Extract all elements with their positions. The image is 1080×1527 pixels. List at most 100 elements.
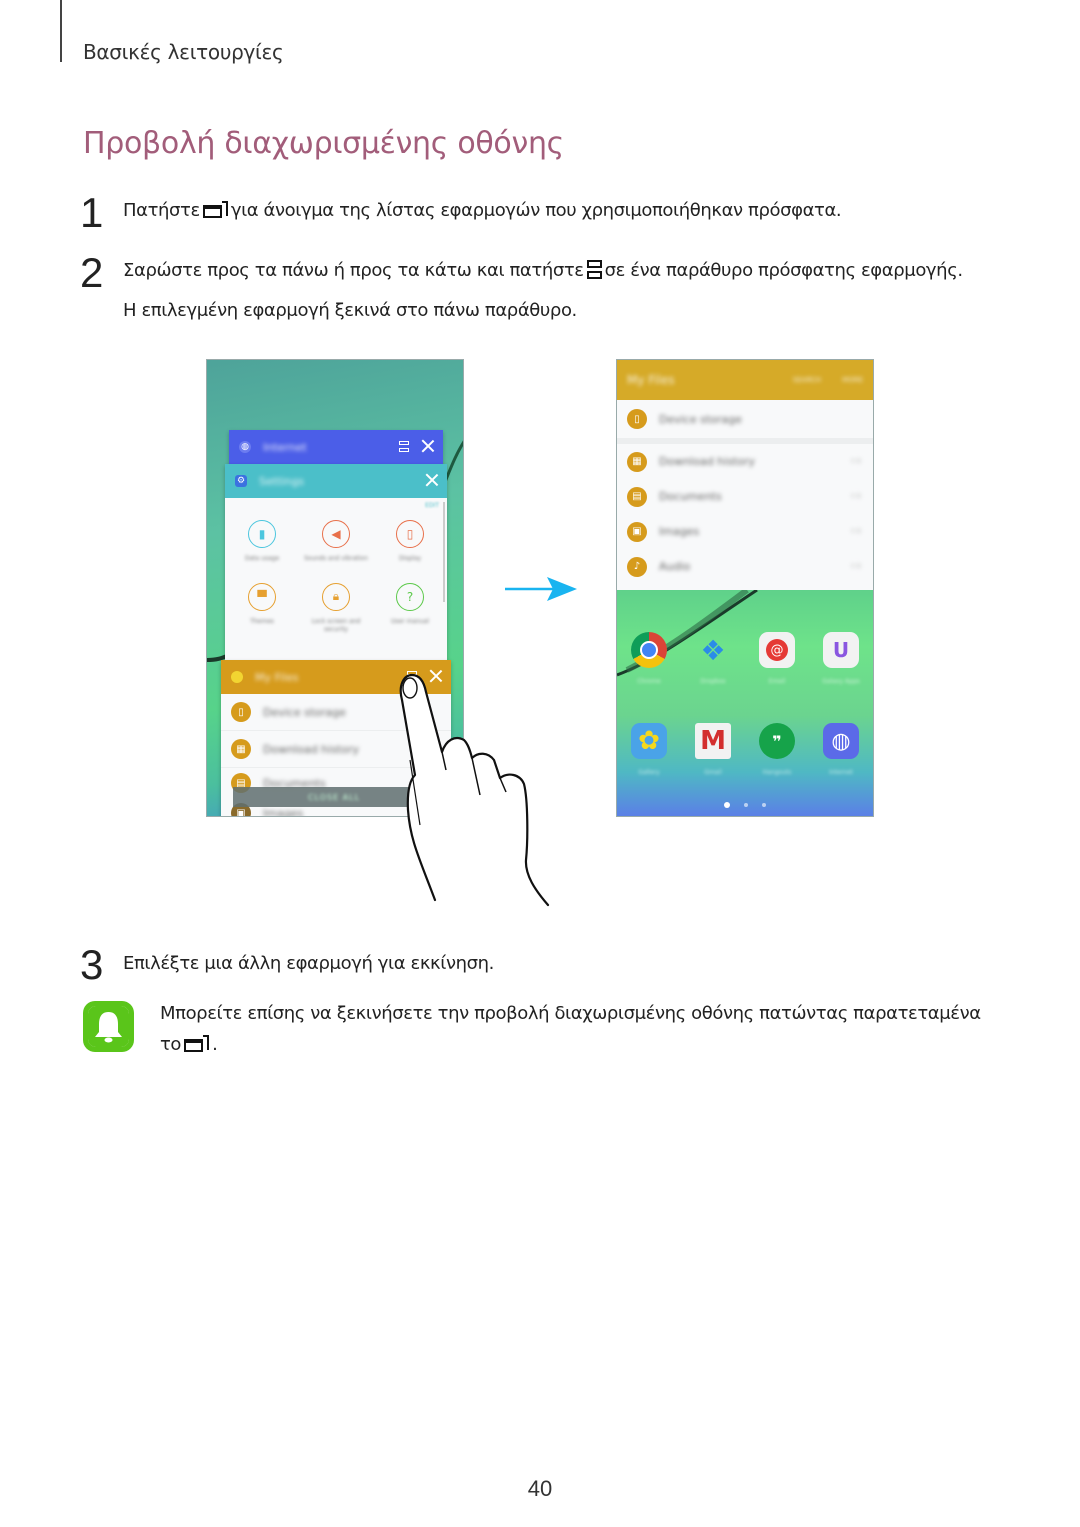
split-screen-screenshot: My Files SEARCH MORE ▯ Device storage ▦ Do… [616,359,874,817]
app-label: Gallery [638,769,660,776]
folder-icon [231,671,243,683]
app-icon-internet[interactable]: ◍ Internet [809,723,873,776]
gallery-icon: ✿ [631,723,667,759]
note-text-line2: το. [160,1034,218,1055]
settings-item-label: Sounds and vibration [304,555,368,562]
settings-item-label: User manual [390,617,430,625]
list-item-label: Device storage [659,412,742,426]
settings-item[interactable]: ◀ Sounds and vibration [299,520,373,563]
display-icon: ▯ [396,520,424,548]
margin-rule [60,0,62,62]
search-action[interactable]: SEARCH [793,376,821,384]
step-2-text: Σαρώστε προς τα πάνω ή προς τα κάτω και … [123,260,963,281]
step-text-part: σε ένα παράθυρο πρόσφατης εφαρμογής. [604,260,963,281]
list-item-label: Device storage [263,705,346,719]
step-text-part: Σαρώστε προς τα πάνω ή προς τα κάτω και … [123,260,584,281]
app-icon-hangouts[interactable]: ❞ Hangouts [745,723,809,776]
step-3-text: Επιλέξτε μια άλλη εφαρμογή για εκκίνηση. [123,953,494,974]
step-number: 1 [80,189,104,236]
recent-card-settings[interactable]: ⚙ Settings EDIT ▮ Data usage ◀ Sounds and … [225,464,447,664]
top-window-my-files[interactable]: My Files SEARCH MORE ▯ Device storage ▦ Do… [617,360,873,590]
split-screen-icon[interactable] [399,441,409,452]
list-item-label: Images [659,525,700,538]
lock-icon: 🔒︎ [322,582,350,611]
page-dot[interactable] [744,803,748,807]
note-text-part: το [160,1034,182,1055]
app-icon-galaxy-apps[interactable]: U Galaxy Apps [809,632,873,685]
settings-item[interactable]: ? User manual [373,582,447,634]
split-screen-icon [586,260,602,279]
bottom-window-home: Chrome ❖ Dropbox @ Email U Galaxy Apps ✿ Gal… [617,590,873,816]
page-dot[interactable] [724,802,730,808]
app-label: Galaxy Apps [822,678,860,685]
list-item[interactable]: ♪ Audio 0 B [617,549,873,584]
settings-item-label: Themes [250,617,274,625]
download-icon: ▦ [627,451,647,472]
card-title: My Files [255,670,299,684]
list-item-label: Download history [263,742,360,756]
arrow-right-icon [505,577,577,601]
app-label: Email [768,678,786,685]
app-label: Internet [829,769,853,776]
step-1-text: Πατήστε για άνοιγμα της λίστας εφαρμογών … [123,200,842,221]
page-indicator[interactable] [617,802,873,808]
image-icon: ▣ [627,521,647,542]
close-icon[interactable] [421,439,435,453]
app-icon-email[interactable]: @ Email [745,632,809,685]
edit-link[interactable]: EDIT [425,502,439,509]
step-number: 3 [80,941,104,988]
note-text-part: . [212,1034,218,1055]
phone-storage-icon: ▯ [231,702,251,722]
settings-item[interactable]: 🔒︎ Lock screen and security [299,582,373,634]
recent-apps-icon [184,1035,210,1052]
list-item[interactable]: ▣ Images 0 B [617,514,873,549]
card-title: Settings [259,474,305,488]
settings-item-label: Data usage [244,555,280,562]
close-icon[interactable] [425,473,439,487]
settings-item[interactable]: ▮ Data usage [225,520,299,563]
list-item[interactable]: ▤ Documents 0 B [617,479,873,514]
download-icon: ▦ [231,739,251,759]
hangouts-icon: ❞ [759,723,795,759]
step-text-part: Πατήστε [123,200,200,221]
step-text-part: για άνοιγμα της λίστας εφαρμογών που χρη… [230,200,842,221]
more-action[interactable]: MORE [842,376,863,384]
bar-chart-icon: ▮ [248,520,276,548]
list-item-meta: 0 B [851,458,861,465]
chrome-icon [631,632,667,668]
brush-icon: ▀ [248,582,276,611]
list-item-label: Images [263,806,304,817]
app-label: Gmail [704,769,722,776]
app-icon-chrome[interactable]: Chrome [617,632,681,685]
list-item[interactable]: ▦ Download history 0 B [617,444,873,479]
close-all-label: CLOSE ALL [307,792,361,802]
page-dot[interactable] [762,803,766,807]
app-icon-gmail[interactable]: M Gmail [681,723,745,776]
galaxy-apps-icon: U [823,632,859,668]
page-title: Προβολή διαχωρισμένης οθόνης [83,126,564,161]
section-heading: Βασικές λειτουργίες [83,40,284,64]
settings-item[interactable]: ▀ Themes [225,582,299,634]
app-bar: My Files SEARCH MORE [617,360,873,400]
list-item-meta: 0 B [851,563,861,570]
app-title: My Files [627,373,675,387]
step-number: 2 [80,249,104,296]
step-2-subtext: Η επιλεγμένη εφαρμογή ξεκινά στο πάνω πα… [123,300,577,321]
recent-apps-icon [202,201,228,218]
hand-pointer-icon [399,673,550,907]
list-item-label: Download history [659,455,756,468]
list-item-label: Audio [659,560,691,573]
page-number: 40 [527,1476,553,1501]
app-icon-dropbox[interactable]: ❖ Dropbox [681,632,745,686]
app-label: Chrome [637,678,661,685]
app-icon-gallery[interactable]: ✿ Gallery [617,723,681,776]
settings-item-label: Display [398,555,422,562]
list-item[interactable]: ▯ Device storage [617,400,873,444]
document-icon: ▤ [627,486,647,507]
dropbox-icon: ❖ [700,633,726,667]
app-label: Dropbox [700,678,726,685]
app-label: Hangouts [762,769,792,776]
email-icon: @ [759,632,795,668]
bell-notice-icon [83,1001,134,1052]
settings-item[interactable]: ▯ Display [373,520,447,563]
